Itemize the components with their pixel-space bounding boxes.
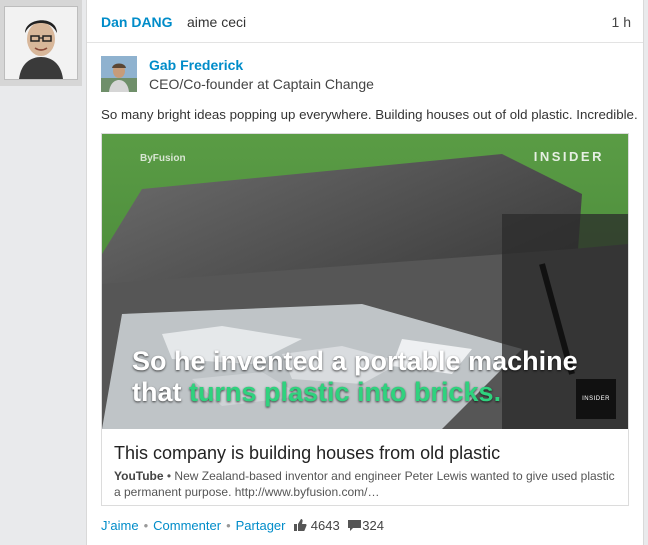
video-caption-line2: that turns plastic into bricks. [132,377,501,408]
shared-link-title[interactable]: This company is building houses from old… [114,443,500,464]
author-avatar[interactable] [101,56,137,92]
feed-card: Dan DANG aime ceci 1 h Gab Frederick CEO… [86,0,644,545]
shared-link-description: YouTube • New Zealand-based inventor and… [114,468,620,500]
post-text: So many bright ideas popping up everywhe… [101,107,638,122]
like-button[interactable]: J’aime [101,518,139,533]
actor-name-link[interactable]: Dan DANG [101,14,173,30]
shared-link-summary: • New Zealand-based inventor and enginee… [114,469,615,499]
shared-link-card[interactable]: ByFusion INSIDER So he invented a portab… [101,133,629,506]
shared-link-source: YouTube [114,469,164,483]
like-count[interactable]: 4643 [293,518,340,533]
actor-avatar-column [0,0,82,86]
post-actions: J’aime • Commenter • Partager 4643 324 [101,518,384,533]
byfusion-watermark: ByFusion [140,153,186,164]
separator-dot: • [143,518,149,533]
like-count-value: 4643 [310,518,340,533]
share-button[interactable]: Partager [236,518,286,533]
caption-highlight: turns plastic into bricks. [189,377,502,407]
author-name-link[interactable]: Gab Frederick [149,57,243,73]
video-thumbnail[interactable]: ByFusion INSIDER So he invented a portab… [102,134,628,429]
insider-watermark: INSIDER [533,149,604,164]
author-headline: CEO/Co-founder at Captain Change [149,76,374,92]
insider-logo-box: INSIDER [576,379,616,419]
comment-count-value: 324 [362,518,384,533]
comment-button[interactable]: Commenter [153,518,221,533]
video-caption-line1: So he invented a portable machine [132,346,578,376]
activity-header: Dan DANG aime ceci 1 h [87,0,643,43]
caption-prefix: that [132,377,189,407]
comment-bubble-icon [348,520,362,531]
activity-time: 1 h [611,14,631,30]
comment-count[interactable]: 324 [347,518,384,533]
activity-action: aime ceci [187,14,247,30]
separator-dot: • [226,518,231,533]
actor-avatar[interactable] [4,6,78,80]
thumbs-up-icon [294,519,307,531]
